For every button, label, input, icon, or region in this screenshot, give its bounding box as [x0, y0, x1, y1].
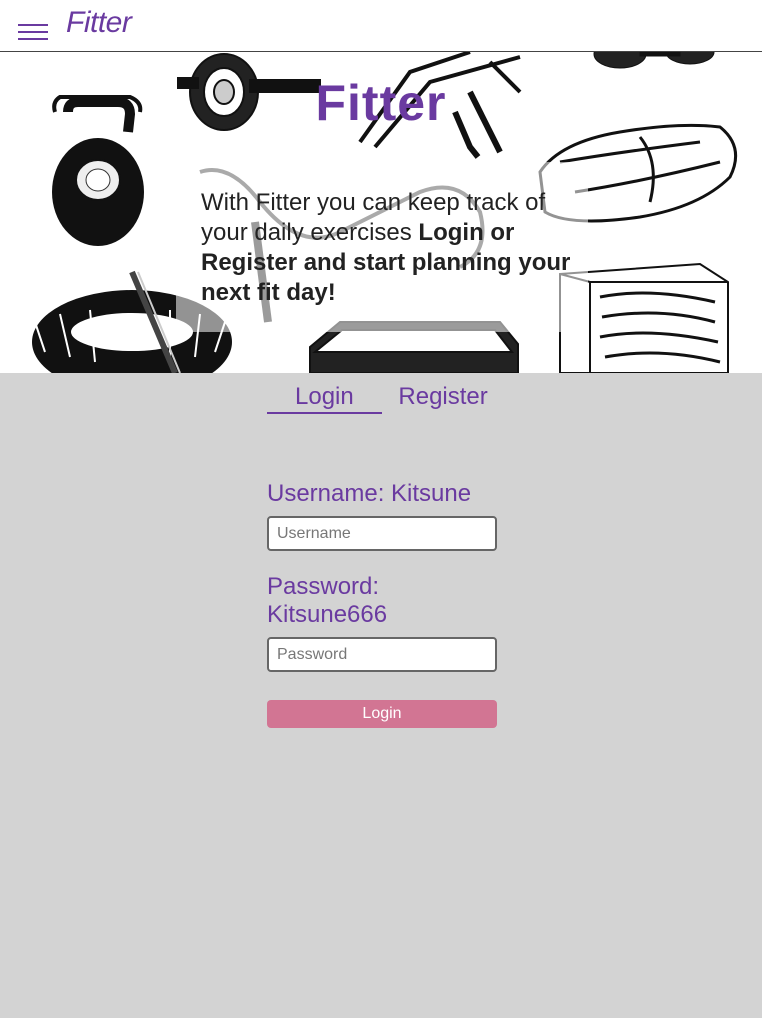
username-label: Username: Kitsune	[267, 480, 472, 507]
dumbbells-illustration	[593, 52, 715, 69]
password-input[interactable]	[267, 637, 497, 672]
hero-description: With Fitter you can keep track of your d…	[201, 188, 571, 308]
tab-login[interactable]: Login	[267, 382, 382, 414]
username-input[interactable]	[267, 516, 497, 551]
hamburger-menu-icon[interactable]	[18, 24, 48, 42]
login-button[interactable]: Login	[267, 700, 497, 728]
hero-banner: Fitter With Fitter you can keep track of…	[0, 52, 762, 373]
password-label: Password: Kitsune666	[267, 573, 497, 629]
password-label-line1: Password:	[267, 573, 380, 600]
brand-logo[interactable]: Fitter	[66, 6, 132, 40]
top-bar: Fitter	[0, 0, 762, 52]
auth-tabs: Login Register	[267, 382, 488, 414]
hero-title: Fitter	[315, 75, 447, 131]
tab-register[interactable]: Register	[398, 382, 487, 412]
login-form: Username: Kitsune Password: Kitsune666 L…	[267, 480, 497, 728]
password-label-line2: Kitsune666	[267, 601, 388, 628]
